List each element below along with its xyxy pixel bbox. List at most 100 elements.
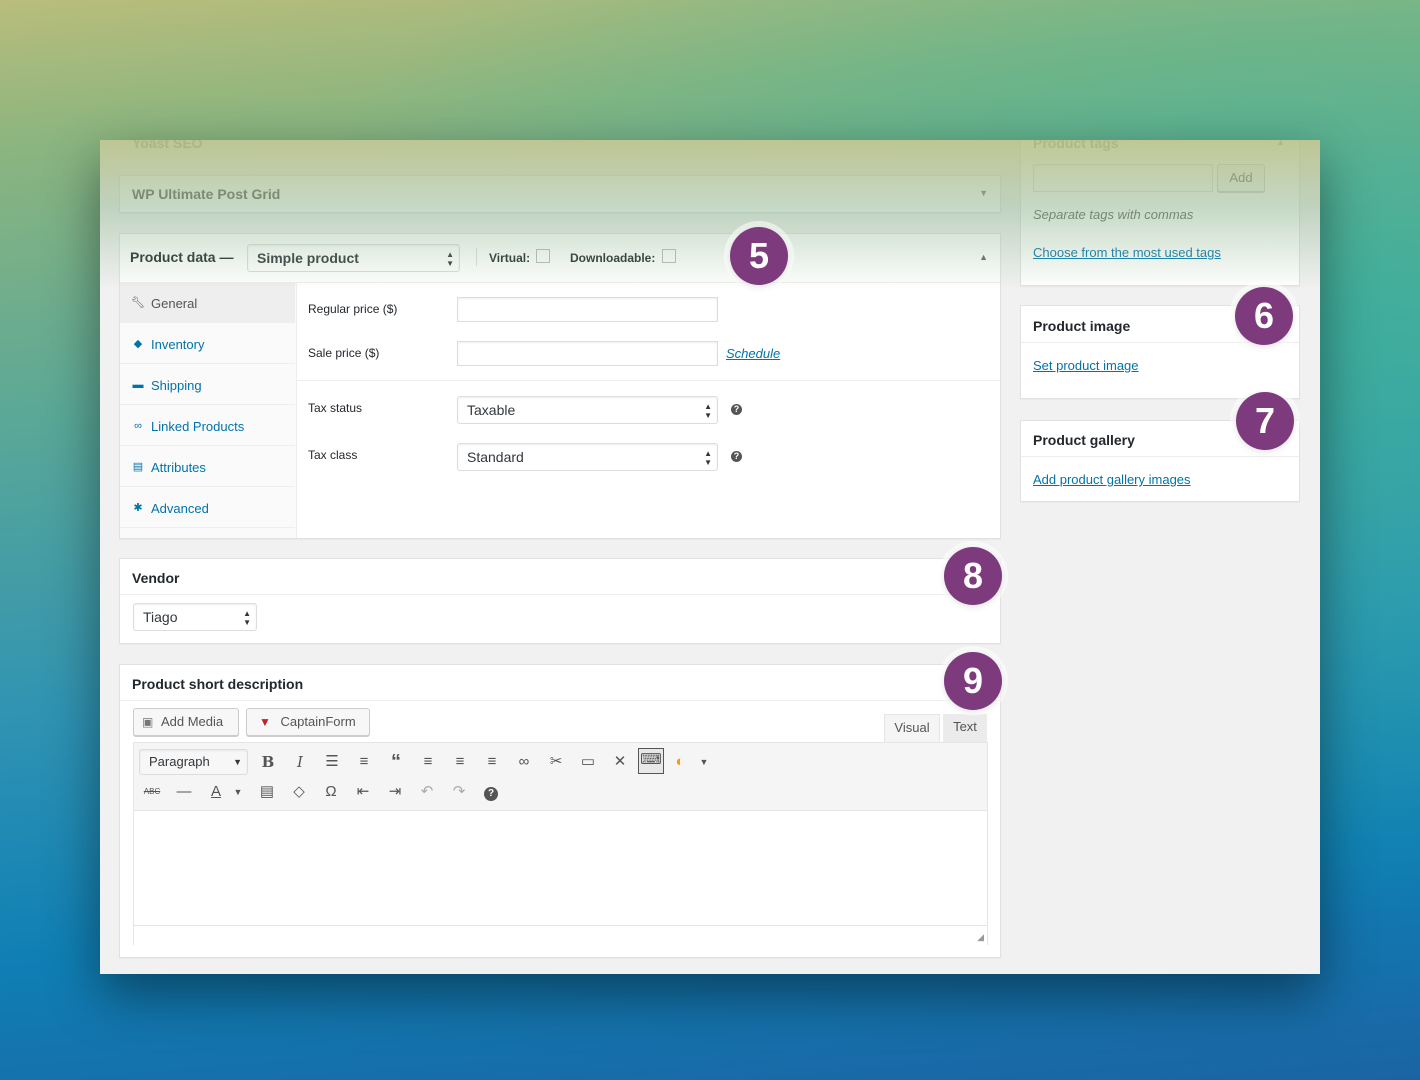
collapse-up-icon[interactable]: ▲ xyxy=(979,252,988,262)
indent-icon[interactable]: ⇥ xyxy=(383,780,407,804)
product-gallery-title: Product gallery xyxy=(1033,432,1135,448)
media-icon: ▣ xyxy=(142,715,154,729)
tab-text[interactable]: Text xyxy=(943,714,987,742)
editor-content-area[interactable] xyxy=(134,810,987,925)
schedule-link[interactable]: Schedule xyxy=(726,346,780,361)
keyboard-icon[interactable]: ⌨ xyxy=(638,748,664,774)
italic-icon[interactable]: I xyxy=(288,750,312,774)
link-icon: ∞ xyxy=(134,420,142,432)
select-arrows-icon: ▲ ▼ xyxy=(446,250,454,268)
editor-container: Paragraph ▼ B I ☰ ≡ “ ≡ ≡ ≡ ∞ ✂ ▭ ✕ ⌨ ◐ … xyxy=(133,742,988,945)
dropdown-icon[interactable]: ▼ xyxy=(692,750,716,774)
sale-price-input[interactable] xyxy=(457,341,718,366)
product-data-title: Product data — xyxy=(130,249,234,265)
tab-general[interactable]: 🔧︎ General xyxy=(120,283,295,323)
clear-format-icon[interactable]: ◇ xyxy=(287,780,311,804)
regular-price-input[interactable] xyxy=(457,297,718,322)
select-arrows-icon: ▲ ▼ xyxy=(704,449,712,467)
step-badge-6: 6 xyxy=(1235,287,1293,345)
step-badge-7: 7 xyxy=(1236,392,1294,450)
tab-inventory[interactable]: ◆ Inventory xyxy=(120,324,295,364)
undo-icon[interactable]: ↶ xyxy=(415,780,439,804)
resize-handle-icon[interactable]: ◢ xyxy=(977,932,984,943)
select-arrows-icon: ▲ ▼ xyxy=(704,402,712,420)
horizontal-line-icon[interactable]: — xyxy=(172,780,196,804)
gear-icon: ✱ xyxy=(133,502,143,514)
help-icon[interactable]: ? xyxy=(731,404,742,415)
align-right-icon[interactable]: ≡ xyxy=(480,750,504,774)
redo-icon[interactable]: ↷ xyxy=(447,780,471,804)
blockquote-icon[interactable]: “ xyxy=(384,750,408,774)
choose-most-used-tags-link[interactable]: Choose from the most used tags xyxy=(1033,245,1221,260)
bold-icon[interactable]: B xyxy=(256,750,280,774)
tag-icon: ◆ xyxy=(133,338,143,350)
wp-grid-title: WP Ultimate Post Grid xyxy=(132,186,281,202)
wp-admin-screen: Yoast SEO WP Ultimate Post Grid ▼ Produc… xyxy=(100,140,1320,974)
add-tag-button[interactable]: Add xyxy=(1217,164,1265,192)
tax-status-select[interactable]: Taxable ▲ ▼ xyxy=(457,396,718,424)
virtual-checkbox[interactable] xyxy=(536,249,550,263)
downloadable-label: Downloadable: xyxy=(570,251,656,265)
fullscreen-icon[interactable]: ✕ xyxy=(608,750,632,774)
collapse-up-icon[interactable]: ▲ xyxy=(1276,140,1285,147)
short-description-box: Product short description ▣ Add Media ▼ … xyxy=(119,664,1001,958)
sale-price-label: Sale price ($) xyxy=(308,346,380,360)
box-divider xyxy=(120,700,1000,701)
product-tags-title: Product tags xyxy=(1033,140,1119,151)
dropdown-icon[interactable]: ▼ xyxy=(226,780,250,804)
tab-visual[interactable]: Visual xyxy=(884,714,940,742)
product-type-select[interactable]: Simple product ▲ ▼ xyxy=(247,244,460,272)
wp-ultimate-post-grid-box[interactable]: WP Ultimate Post Grid ▼ xyxy=(119,175,1001,213)
box-divider xyxy=(120,594,1000,595)
select-arrows-icon: ▲ ▼ xyxy=(243,609,251,627)
bullet-list-icon[interactable]: ☰ xyxy=(320,750,344,774)
paste-text-icon[interactable]: ▤ xyxy=(255,780,279,804)
tax-class-select[interactable]: Standard ▲ ▼ xyxy=(457,443,718,471)
step-badge-9: 9 xyxy=(944,652,1002,710)
dropdown-icon: ▼ xyxy=(233,757,242,767)
link-icon[interactable]: ∞ xyxy=(512,750,536,774)
add-gallery-images-link[interactable]: Add product gallery images xyxy=(1033,472,1191,487)
tags-hint: Separate tags with commas xyxy=(1033,207,1194,222)
product-data-header: Product data — Simple product ▲ ▼ Virtual… xyxy=(120,234,1000,283)
truck-icon: ▬ xyxy=(132,379,144,391)
product-tags-box: Product tags ▲ Add Separate tags with co… xyxy=(1020,140,1300,286)
unlink-icon[interactable]: ✂ xyxy=(544,750,568,774)
collapse-down-icon[interactable]: ▼ xyxy=(979,188,988,198)
wrench-icon: 🔧︎ xyxy=(131,297,145,309)
pricing-divider xyxy=(296,380,1000,381)
help-icon[interactable]: ? xyxy=(731,451,742,462)
faded-left-title: Yoast SEO xyxy=(132,140,203,151)
vendor-select[interactable]: Tiago ▲ ▼ xyxy=(133,603,257,631)
tag-input[interactable] xyxy=(1033,164,1213,192)
read-more-icon[interactable]: ▭ xyxy=(576,750,600,774)
product-type-value: Simple product xyxy=(257,250,359,266)
help-icon[interactable]: ? xyxy=(479,780,503,804)
tab-linked-products[interactable]: ∞ Linked Products xyxy=(120,406,295,446)
tax-status-value: Taxable xyxy=(467,402,516,418)
downloadable-checkbox[interactable] xyxy=(662,249,676,263)
tab-attributes[interactable]: ▤ Attributes xyxy=(120,447,295,487)
omega-icon[interactable]: Ω xyxy=(319,780,343,804)
align-left-icon[interactable]: ≡ xyxy=(416,750,440,774)
numbered-list-icon[interactable]: ≡ xyxy=(352,750,376,774)
set-product-image-link[interactable]: Set product image xyxy=(1033,358,1139,373)
captainform-button[interactable]: ▼ CaptainForm xyxy=(246,708,370,736)
step-badge-8: 8 xyxy=(944,547,1002,605)
tax-status-label: Tax status xyxy=(308,401,363,415)
product-data-tabs: 🔧︎ General ◆ Inventory ▬ Shipping ∞ Link… xyxy=(120,283,297,538)
vendor-box: Vendor Tiago ▲ ▼ xyxy=(119,558,1001,644)
align-center-icon[interactable]: ≡ xyxy=(448,750,472,774)
add-media-button[interactable]: ▣ Add Media xyxy=(133,708,239,736)
add-tag-label: Add xyxy=(1229,170,1253,185)
strikethrough-icon[interactable]: ABC xyxy=(140,780,164,804)
tab-shipping[interactable]: ▬ Shipping xyxy=(120,365,295,405)
outdent-icon[interactable]: ⇤ xyxy=(351,780,375,804)
tab-advanced[interactable]: ✱ Advanced xyxy=(120,488,295,528)
vendor-title: Vendor xyxy=(132,570,180,586)
text-color-icon[interactable]: A xyxy=(204,780,228,804)
product-image-title: Product image xyxy=(1033,318,1131,334)
box-divider xyxy=(1021,456,1299,457)
captainform-toolbar-icon[interactable]: ◐ xyxy=(668,750,692,774)
format-select[interactable]: Paragraph ▼ xyxy=(139,749,248,775)
